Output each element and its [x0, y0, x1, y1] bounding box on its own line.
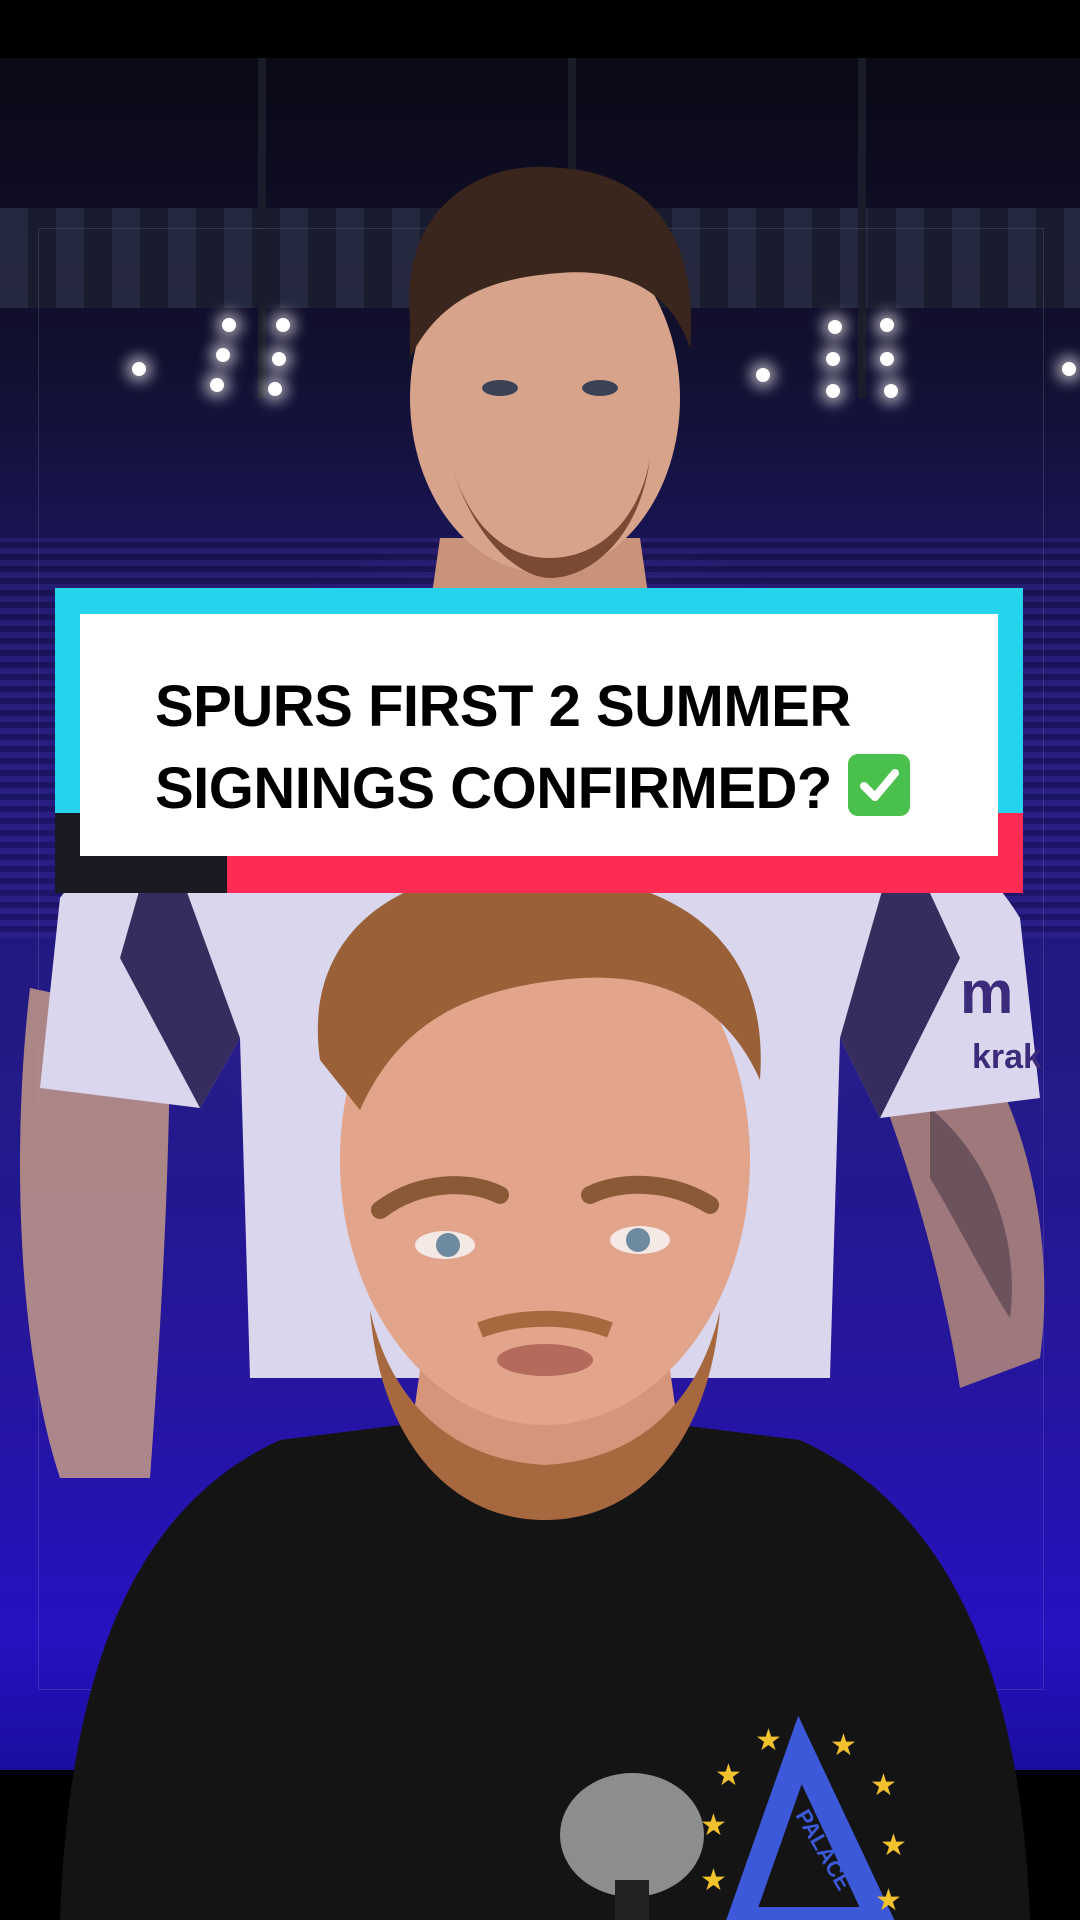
title-line-1: SPURS FIRST 2 SUMMER: [155, 674, 851, 739]
svg-text:★: ★: [715, 1759, 742, 1792]
svg-text:★: ★: [830, 1729, 857, 1762]
video-frame: krak m PALACE ★ ★ ★ ★ ★ ★ ★ ★ SPURS FIRS…: [0, 0, 1080, 1920]
check-mark-button-emoji: [847, 754, 910, 816]
svg-text:★: ★: [755, 1724, 782, 1757]
title-text: SPURS FIRST 2 SUMMER SIGNINGS CONFIRMED?: [155, 666, 1015, 830]
title-card: SPURS FIRST 2 SUMMER SIGNINGS CONFIRMED?: [55, 588, 1023, 893]
top-letterbox: [0, 0, 1080, 58]
svg-text:★: ★: [880, 1829, 907, 1862]
svg-text:★: ★: [700, 1809, 727, 1842]
title-line-2: SIGNINGS CONFIRMED?: [155, 748, 1015, 830]
svg-text:★: ★: [870, 1769, 897, 1802]
svg-text:★: ★: [875, 1884, 902, 1917]
check-mark-icon: [859, 769, 899, 801]
presenter: PALACE ★ ★ ★ ★ ★ ★ ★ ★: [60, 880, 1030, 1920]
title-line-2-text: SIGNINGS CONFIRMED?: [155, 756, 832, 821]
svg-text:★: ★: [700, 1864, 727, 1897]
